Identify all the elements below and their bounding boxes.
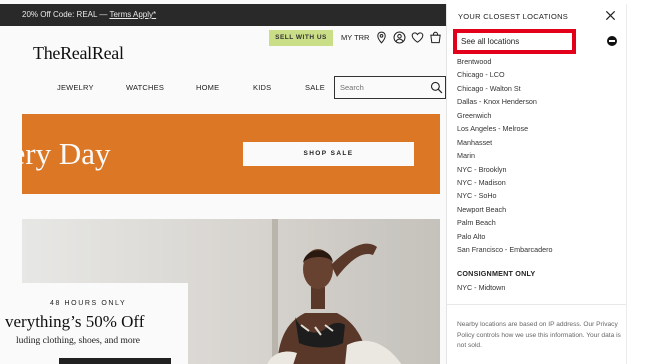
panel-title: YOUR CLOSEST LOCATIONS	[458, 12, 569, 21]
location-item[interactable]: NYC - SoHo	[457, 189, 617, 202]
location-item[interactable]: NYC - Madison	[457, 176, 617, 189]
location-item[interactable]: Los Angeles - Melrose	[457, 122, 617, 135]
location-item[interactable]: NYC - Brooklyn	[457, 163, 617, 176]
page-right-edge	[626, 4, 650, 364]
close-icon[interactable]	[604, 9, 617, 22]
location-item[interactable]: Dallas - Knox Henderson	[457, 95, 617, 108]
locations-panel: YOUR CLOSEST LOCATIONS See all locations…	[446, 4, 626, 364]
collapse-icon[interactable]	[607, 36, 617, 46]
privacy-note: Nearby locations are based on IP address…	[457, 321, 621, 349]
panel-divider	[447, 304, 626, 305]
consignment-heading: CONSIGNMENT ONLY	[457, 269, 536, 278]
location-item[interactable]: Brentwood	[457, 55, 617, 68]
locations-list: Brentwood Chicago - LCO Chicago - Walton…	[457, 55, 617, 257]
location-item[interactable]: Manhasset	[457, 136, 617, 149]
see-all-locations-link[interactable]: See all locations	[453, 29, 576, 54]
location-item[interactable]: Greenwich	[457, 109, 617, 122]
location-item[interactable]: Newport Beach	[457, 203, 617, 216]
location-item[interactable]: Palo Alto	[457, 230, 617, 243]
location-item[interactable]: San Francisco - Embarcadero	[457, 243, 617, 256]
location-item[interactable]: Palm Beach	[457, 216, 617, 229]
location-item[interactable]: Marin	[457, 149, 617, 162]
page-overlay[interactable]	[0, 0, 446, 364]
location-item[interactable]: Chicago - Walton St	[457, 82, 617, 95]
consignment-location-item[interactable]: NYC - Midtown	[457, 283, 505, 292]
location-item[interactable]: Chicago - LCO	[457, 68, 617, 81]
